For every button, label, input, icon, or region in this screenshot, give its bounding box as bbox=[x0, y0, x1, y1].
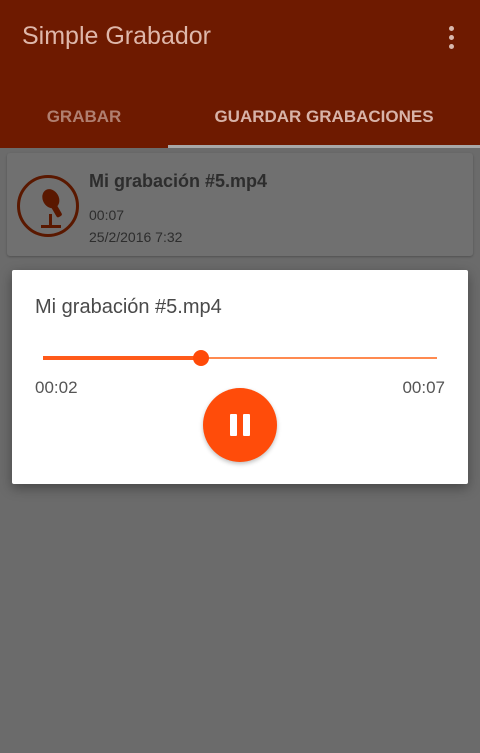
microphone-icon bbox=[17, 175, 79, 237]
app-bar: Simple Grabador GRABAR GUARDAR GRABACION… bbox=[0, 0, 480, 148]
playback-title: Mi grabación #5.mp4 bbox=[35, 296, 222, 318]
pause-button[interactable] bbox=[203, 388, 277, 462]
overflow-menu-icon[interactable] bbox=[444, 26, 458, 50]
tab-grabar[interactable]: GRABAR bbox=[0, 86, 168, 148]
recording-date: 25/2/2016 7:32 bbox=[89, 229, 183, 245]
recording-card[interactable]: Mi grabación #5.mp4 00:07 25/2/2016 7:32 bbox=[7, 153, 473, 256]
total-time: 00:07 bbox=[402, 378, 445, 397]
seek-progress bbox=[43, 356, 201, 360]
app-title: Simple Grabador bbox=[22, 22, 211, 50]
tab-guardar-grabaciones[interactable]: GUARDAR GRABACIONES bbox=[168, 86, 480, 148]
tab-indicator bbox=[168, 145, 480, 148]
current-time: 00:02 bbox=[35, 378, 78, 397]
seek-thumb[interactable] bbox=[192, 350, 209, 366]
recording-name: Mi grabación #5.mp4 bbox=[89, 171, 268, 191]
tab-bar: GRABAR GUARDAR GRABACIONES bbox=[0, 86, 480, 148]
seek-bar[interactable] bbox=[43, 350, 437, 366]
playback-dialog: Mi grabación #5.mp4 00:02 00:07 bbox=[12, 270, 468, 484]
recording-length: 00:07 bbox=[89, 207, 125, 223]
